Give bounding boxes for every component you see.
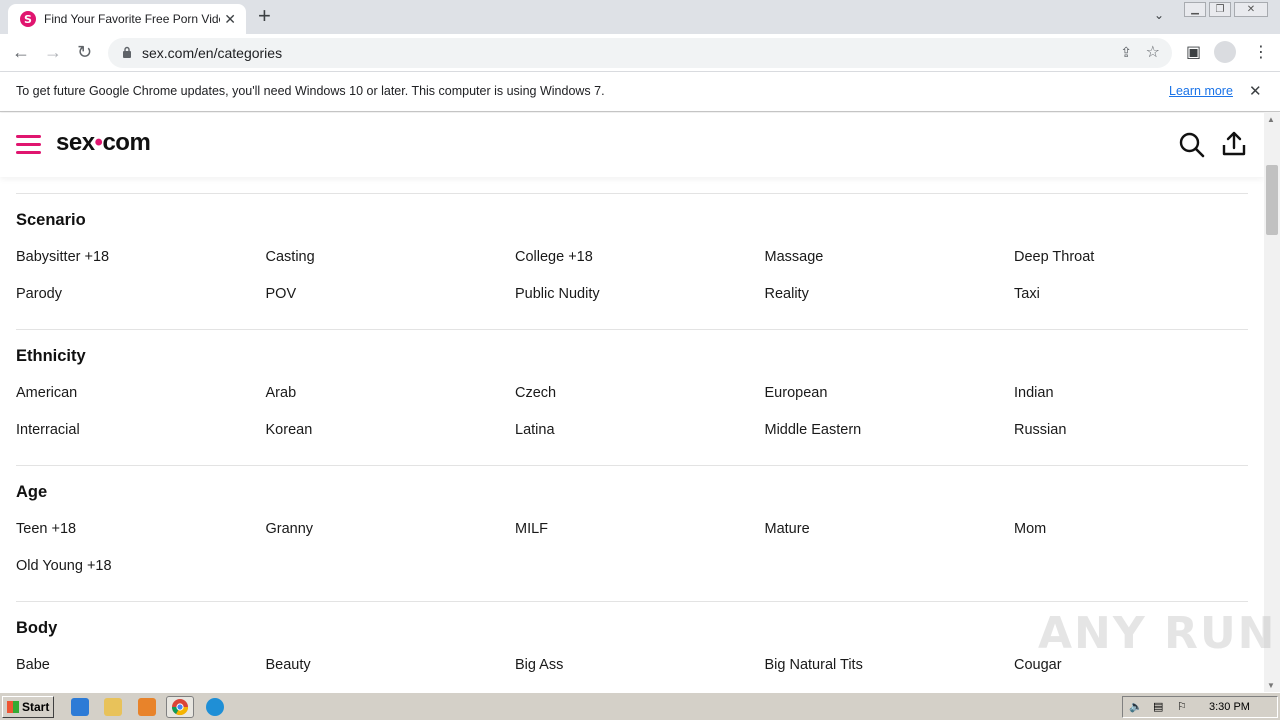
system-tray: 🔈 ▤ ⚐ 3:30 PM (1122, 696, 1278, 718)
file-explorer-icon[interactable] (104, 698, 122, 716)
chrome-taskbar-button[interactable] (166, 696, 194, 718)
url-text: sex.com/en/categories (142, 45, 283, 61)
category-link[interactable]: Korean (266, 421, 516, 439)
action-center-flag-icon[interactable]: ⚐ (1177, 700, 1187, 713)
category-link[interactable]: MILF (515, 520, 765, 538)
bookmark-star-icon[interactable]: ☆ (1146, 42, 1160, 62)
category-link[interactable]: Public Nudity (515, 285, 765, 303)
category-link[interactable]: Massage (765, 248, 1015, 266)
category-link[interactable]: Taxi (1014, 285, 1248, 303)
logo-text-right: com (102, 129, 151, 156)
category-link[interactable]: Casting (266, 248, 516, 266)
section-title: Ethnicity (16, 347, 86, 365)
reload-icon[interactable]: ↻ (77, 42, 92, 62)
taskbar-clock[interactable]: 3:30 PM (1209, 701, 1250, 713)
upload-icon[interactable] (1220, 130, 1248, 158)
site-header: sex•com (0, 113, 1264, 177)
category-link[interactable]: POV (266, 285, 516, 303)
network-icon[interactable]: ▤ (1153, 700, 1163, 713)
category-link[interactable]: Latina (515, 421, 765, 439)
section-title: Scenario (16, 211, 86, 229)
new-tab-button[interactable]: + (258, 5, 271, 27)
forward-arrow-icon[interactable]: → (44, 42, 62, 62)
page-scrollbar[interactable]: ▲ ▼ (1264, 113, 1280, 692)
restore-button[interactable]: ❐ (1209, 2, 1231, 17)
share-icon[interactable]: ⇪ (1120, 44, 1132, 61)
learn-more-link[interactable]: Learn more (1169, 84, 1233, 98)
back-arrow-icon[interactable]: ← (12, 42, 30, 62)
internet-explorer-icon[interactable] (71, 698, 89, 716)
category-link[interactable]: Interracial (16, 421, 266, 439)
menu-dots-icon[interactable]: ⋮ (1253, 42, 1269, 62)
edge-icon[interactable] (206, 698, 224, 716)
category-link[interactable]: Beauty (266, 656, 516, 674)
minimize-button[interactable]: ▁ (1184, 2, 1206, 17)
category-link[interactable]: College +18 (515, 248, 765, 266)
tab-close-icon[interactable]: ✕ (224, 11, 236, 28)
site-logo[interactable]: sex•com (56, 129, 151, 157)
category-link[interactable]: Arab (266, 384, 516, 402)
chrome-icon (171, 699, 189, 716)
lock-icon (123, 46, 131, 58)
start-label: Start (22, 700, 50, 714)
anyrun-watermark: ANY RUN (1038, 608, 1277, 659)
infobar-close-icon[interactable]: ✕ (1249, 82, 1262, 100)
scrollbar-thumb[interactable] (1266, 165, 1278, 235)
category-link[interactable]: Czech (515, 384, 765, 402)
category-section-scenario: Scenario Babysitter +18 Casting College … (16, 193, 1248, 329)
windows-flag-icon (7, 701, 19, 713)
category-link[interactable]: Granny (266, 520, 516, 538)
hamburger-menu-icon[interactable] (16, 135, 41, 155)
tab-strip: S Find Your Favorite Free Porn Videos ✕ … (0, 0, 1280, 34)
search-icon[interactable] (1178, 131, 1206, 159)
category-link[interactable]: Big Ass (515, 656, 765, 674)
tab-title: Find Your Favorite Free Porn Videos (44, 12, 220, 26)
category-link[interactable]: Mom (1014, 520, 1248, 538)
side-panel-icon[interactable]: ▣ (1186, 42, 1201, 62)
section-title: Body (16, 619, 58, 637)
section-title: Age (16, 483, 48, 501)
browser-tab[interactable]: S Find Your Favorite Free Porn Videos ✕ (8, 4, 246, 34)
browser-toolbar: ← → ↻ sex.com/en/categories ⇪ ☆ ▣ ⋮ (0, 34, 1280, 72)
category-link[interactable]: Old Young +18 (16, 557, 266, 575)
category-link[interactable]: European (765, 384, 1015, 402)
window-close-button[interactable]: ✕ (1234, 2, 1268, 17)
category-link[interactable]: Mature (765, 520, 1015, 538)
tab-search-chevron-icon[interactable]: ⌄ (1154, 8, 1164, 22)
category-link[interactable]: American (16, 384, 266, 402)
category-link[interactable]: Babe (16, 656, 266, 674)
site-favicon-icon: S (20, 11, 36, 27)
profile-avatar-icon[interactable] (1214, 41, 1236, 63)
category-link[interactable]: Big Natural Tits (765, 656, 1015, 674)
category-link[interactable]: Babysitter +18 (16, 248, 266, 266)
windows-taskbar: Start 🔈 ▤ ⚐ 3:30 PM (0, 692, 1280, 720)
category-section-ethnicity: Ethnicity American Arab Czech European I… (16, 329, 1248, 465)
address-bar[interactable]: sex.com/en/categories ⇪ ☆ (108, 38, 1172, 68)
volume-icon[interactable]: 🔈 (1129, 700, 1143, 713)
logo-text-left: sex (56, 129, 95, 156)
category-link[interactable]: Indian (1014, 384, 1248, 402)
category-link[interactable]: Teen +18 (16, 520, 266, 538)
media-player-icon[interactable] (138, 698, 156, 716)
start-button[interactable]: Start (2, 696, 54, 718)
category-link[interactable]: Middle Eastern (765, 421, 1015, 439)
scroll-up-arrow-icon[interactable]: ▲ (1267, 115, 1275, 124)
update-infobar: To get future Google Chrome updates, you… (0, 72, 1280, 112)
category-link[interactable]: Parody (16, 285, 266, 303)
category-section-age: Age Teen +18 Granny MILF Mature Mom Old … (16, 465, 1248, 601)
infobar-message: To get future Google Chrome updates, you… (16, 84, 605, 98)
scroll-down-arrow-icon[interactable]: ▼ (1267, 681, 1275, 690)
category-link[interactable]: Reality (765, 285, 1015, 303)
category-link[interactable]: Russian (1014, 421, 1248, 439)
category-link[interactable]: Deep Throat (1014, 248, 1248, 266)
